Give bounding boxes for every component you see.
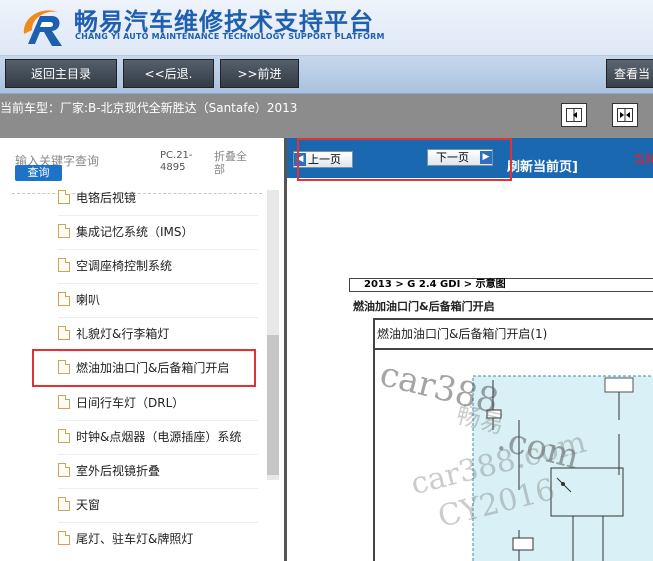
divider bbox=[58, 283, 258, 284]
tree-item-label: 尾灯、驻车灯&牌照灯 bbox=[76, 531, 194, 546]
search-button[interactable]: 查询 bbox=[15, 165, 62, 181]
document-icon bbox=[58, 395, 70, 409]
forward-button[interactable]: >>前进 bbox=[220, 59, 299, 88]
refresh-page-link[interactable]: 刷新当前页] bbox=[507, 156, 578, 175]
tree-item[interactable]: 空调座椅控制系统 bbox=[58, 251, 172, 279]
document-breadcrumb: 2013 > G 2.4 GDI > 示意图 bbox=[349, 278, 653, 292]
document-icon bbox=[58, 292, 70, 306]
tree-item-label: 集成记忆系统（IMS） bbox=[76, 224, 194, 239]
divider bbox=[58, 454, 258, 455]
back-button[interactable]: <<后退. bbox=[123, 59, 214, 88]
left-panel: 输入关键字查询 查询 PC.21-4895 折叠全部 电铬后视镜 集成记忆系统（… bbox=[0, 138, 284, 561]
right-panel: ◀ 上一页 下一页 ▶ 刷新当前页] 当前 2013 > G 2.4 GDI >… bbox=[287, 138, 653, 561]
split-icon bbox=[617, 108, 633, 122]
app-header: 畅易汽车维修技术支持平台 CHANG YI AUTO MAINTENANCE T… bbox=[0, 0, 653, 56]
logo-icon bbox=[23, 10, 62, 46]
tree-item[interactable]: 尾灯、驻车灯&牌照灯 bbox=[58, 524, 193, 552]
tree-item-label: 日间行车灯（DRL） bbox=[76, 395, 185, 410]
current-label: 当前 bbox=[633, 152, 653, 166]
left-scrollbar-thumb[interactable] bbox=[267, 335, 279, 475]
next-page-label: 下一页 bbox=[436, 151, 469, 164]
document-icon bbox=[58, 190, 70, 204]
view-current-button[interactable]: 查看当 bbox=[606, 59, 653, 88]
divider bbox=[58, 351, 258, 352]
divider bbox=[58, 522, 258, 523]
tree-item[interactable]: 天窗 bbox=[58, 490, 100, 518]
tree-item-label: 空调座椅控制系统 bbox=[76, 258, 173, 273]
back-to-main-button[interactable]: 返回主目录 bbox=[5, 59, 117, 88]
prev-page-button[interactable]: ◀ 上一页 bbox=[293, 151, 353, 168]
split-view-button[interactable] bbox=[612, 103, 638, 127]
document-icon bbox=[58, 429, 70, 443]
tree-item[interactable]: 礼貌灯&行李箱灯 bbox=[58, 319, 169, 347]
document-icon bbox=[58, 360, 70, 374]
divider bbox=[58, 488, 258, 489]
brand-subtitle: CHANG YI AUTO MAINTENANCE TECHNOLOGY SUP… bbox=[75, 32, 385, 41]
document-icon bbox=[58, 224, 70, 238]
prev-page-label: 上一页 bbox=[308, 153, 341, 166]
tree-item-label: 天窗 bbox=[76, 497, 101, 512]
document-icon bbox=[58, 531, 70, 545]
divider bbox=[58, 420, 258, 421]
tree-item[interactable]: 集成记忆系统（IMS） bbox=[58, 217, 194, 245]
tree-item-label: 室外后视镜折叠 bbox=[76, 463, 161, 478]
pc-code: PC.21-4895 bbox=[160, 150, 193, 173]
tree-item[interactable]: 日间行车灯（DRL） bbox=[58, 388, 184, 416]
tree-item[interactable]: 室外后视镜折叠 bbox=[58, 456, 160, 484]
document-icon bbox=[58, 497, 70, 511]
current-vehicle: 当前车型：厂家:B-北京现代全新胜达（Santafe）2013 bbox=[0, 101, 298, 115]
divider bbox=[12, 193, 262, 194]
collapse-left-button[interactable] bbox=[561, 103, 587, 127]
tree-item[interactable]: 时钟&点烟器（电源插座）系统 bbox=[58, 422, 241, 450]
next-page-button[interactable]: 下一页 ▶ bbox=[427, 149, 493, 166]
vehicle-info-bar: 当前车型：厂家:B-北京现代全新胜达（Santafe）2013 bbox=[0, 94, 653, 138]
divider bbox=[58, 249, 258, 250]
document-toolbar: ◀ 上一页 下一页 ▶ 刷新当前页] 当前 bbox=[287, 138, 653, 178]
divider bbox=[58, 317, 258, 318]
nav-bar: 返回主目录 <<后退. >>前进 查看当 bbox=[0, 56, 653, 94]
panel-left-icon bbox=[566, 108, 582, 122]
tree-item-selected[interactable]: 燃油加油口门&后备箱门开启 bbox=[58, 353, 229, 381]
tree-item[interactable]: 电铬后视镜 bbox=[58, 183, 136, 211]
tree-item-label: 时钟&点烟器（电源插座）系统 bbox=[76, 429, 242, 444]
diagram-title: 燃油加油口门&后备箱门开启(1) bbox=[377, 327, 548, 341]
document-icon bbox=[58, 326, 70, 340]
wiring-diagram bbox=[472, 375, 653, 561]
tree-item-label: 燃油加油口门&后备箱门开启 bbox=[76, 360, 230, 375]
fold-all-link[interactable]: 折叠全部 bbox=[214, 150, 254, 176]
divider bbox=[58, 215, 258, 216]
document-icon bbox=[58, 463, 70, 477]
tree-item-label: 喇叭 bbox=[76, 292, 101, 307]
arrow-right-icon: ▶ bbox=[480, 151, 492, 164]
arrow-left-icon: ◀ bbox=[294, 153, 306, 166]
tree-item-label: 电铬后视镜 bbox=[76, 190, 137, 205]
document-icon bbox=[58, 258, 70, 272]
document-subtitle: 燃油加油口门&后备箱门开启 bbox=[353, 300, 495, 313]
tree-item[interactable]: 喇叭 bbox=[58, 285, 100, 313]
tree-item-label: 礼貌灯&行李箱灯 bbox=[76, 326, 170, 341]
divider bbox=[58, 385, 258, 386]
